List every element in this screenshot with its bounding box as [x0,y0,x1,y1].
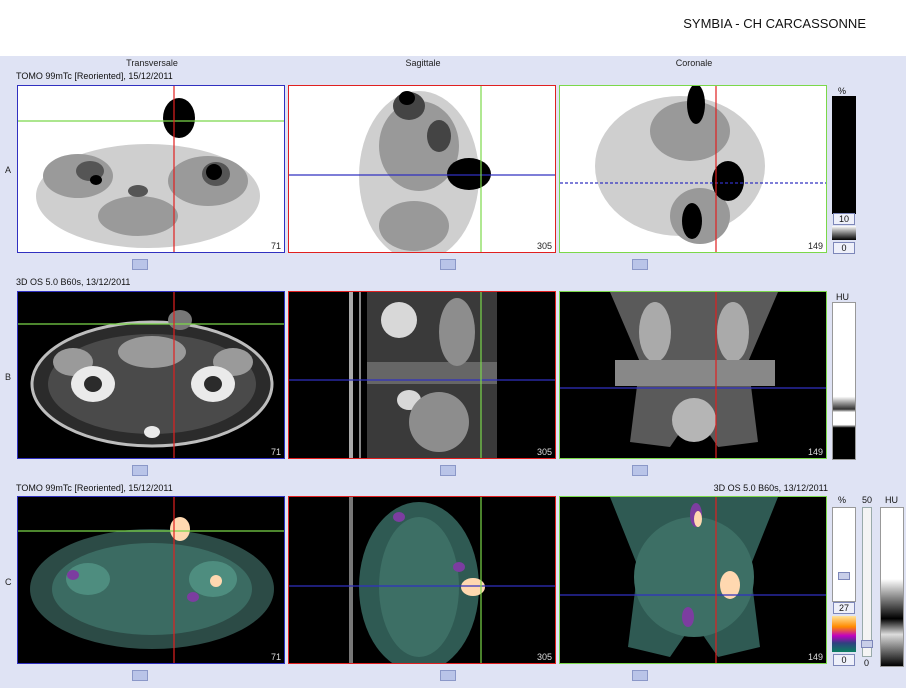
column-header-coronal: Coronale [675,58,713,68]
slice-number: 71 [270,447,281,457]
slice-tab[interactable] [440,259,456,270]
slice-number: 305 [536,241,552,251]
column-header-transversal: Transversale [126,58,178,68]
blend-slider-thumb[interactable] [861,640,873,648]
title-bar: SYMBIA - CH CARCASSONNE [0,0,906,56]
row-letter-c: C [5,577,12,587]
ct-coronal-view[interactable]: 149 [559,291,827,459]
fused-coronal-view[interactable]: 149 [559,496,827,664]
scale-a-unit: % [838,86,847,96]
scale-b-colorbar[interactable] [832,302,856,460]
slice-tab[interactable] [132,670,148,681]
column-header-sagittal: Sagittale [405,58,441,68]
scale-c-value[interactable]: 27 [833,602,855,614]
spect-sagittal-view[interactable]: 305 [288,85,556,253]
slice-number: 305 [536,447,552,457]
spect-coronal-view[interactable]: 149 [559,85,827,253]
row-c-title: TOMO 99mTc [Reoriented], 15/12/2011 [16,483,173,493]
row-letter-b: B [5,372,12,382]
row-b-title: 3D OS 5.0 B60s, 13/12/2011 [16,277,131,287]
scale-b-unit: HU [836,292,849,302]
row-a-title: TOMO 99mTc [Reoriented], 15/12/2011 [16,71,173,81]
slice-tab[interactable] [632,670,648,681]
scale-c-min[interactable]: 0 [833,654,855,666]
ct-transversal-view[interactable]: 71 [17,291,285,459]
slice-number: 149 [807,447,823,457]
slice-number: 71 [270,241,281,251]
scale-c-hu-colorbar[interactable] [880,507,904,667]
slice-tab[interactable] [632,465,648,476]
spect-transversal-view[interactable]: 71 [17,85,285,253]
slice-number: 149 [807,652,823,662]
scale-c-bottom: 0 [864,658,870,668]
slice-tab[interactable] [632,259,648,270]
slice-tab[interactable] [440,465,456,476]
scale-c-gradient [832,616,856,652]
scale-a-min[interactable]: 0 [833,242,855,254]
scale-a-gradient [832,226,856,240]
slice-number: 149 [807,241,823,251]
slice-number: 305 [536,652,552,662]
row-letter-a: A [5,165,12,175]
scale-c-slider-thumb[interactable] [838,572,850,580]
fused-sagittal-view[interactable]: 305 [288,496,556,664]
scale-c-top: 50 [862,495,873,505]
site-name: SYMBIA - CH CARCASSONNE [683,16,866,31]
slice-tab[interactable] [132,465,148,476]
slice-number: 71 [270,652,281,662]
ct-sagittal-view[interactable]: 305 [288,291,556,459]
scale-c-colorbar[interactable] [832,507,856,602]
blend-slider[interactable] [862,507,872,657]
slice-tab[interactable] [440,670,456,681]
scale-a-colorbar[interactable] [832,96,856,214]
row-c-title-right: 3D OS 5.0 B60s, 13/12/2011 [713,483,828,493]
slice-tab[interactable] [132,259,148,270]
scale-a-value[interactable]: 10 [833,213,855,225]
scale-c-unit: % [838,495,847,505]
scale-c-hu: HU [885,495,898,505]
fused-transversal-view[interactable]: 71 [17,496,285,664]
